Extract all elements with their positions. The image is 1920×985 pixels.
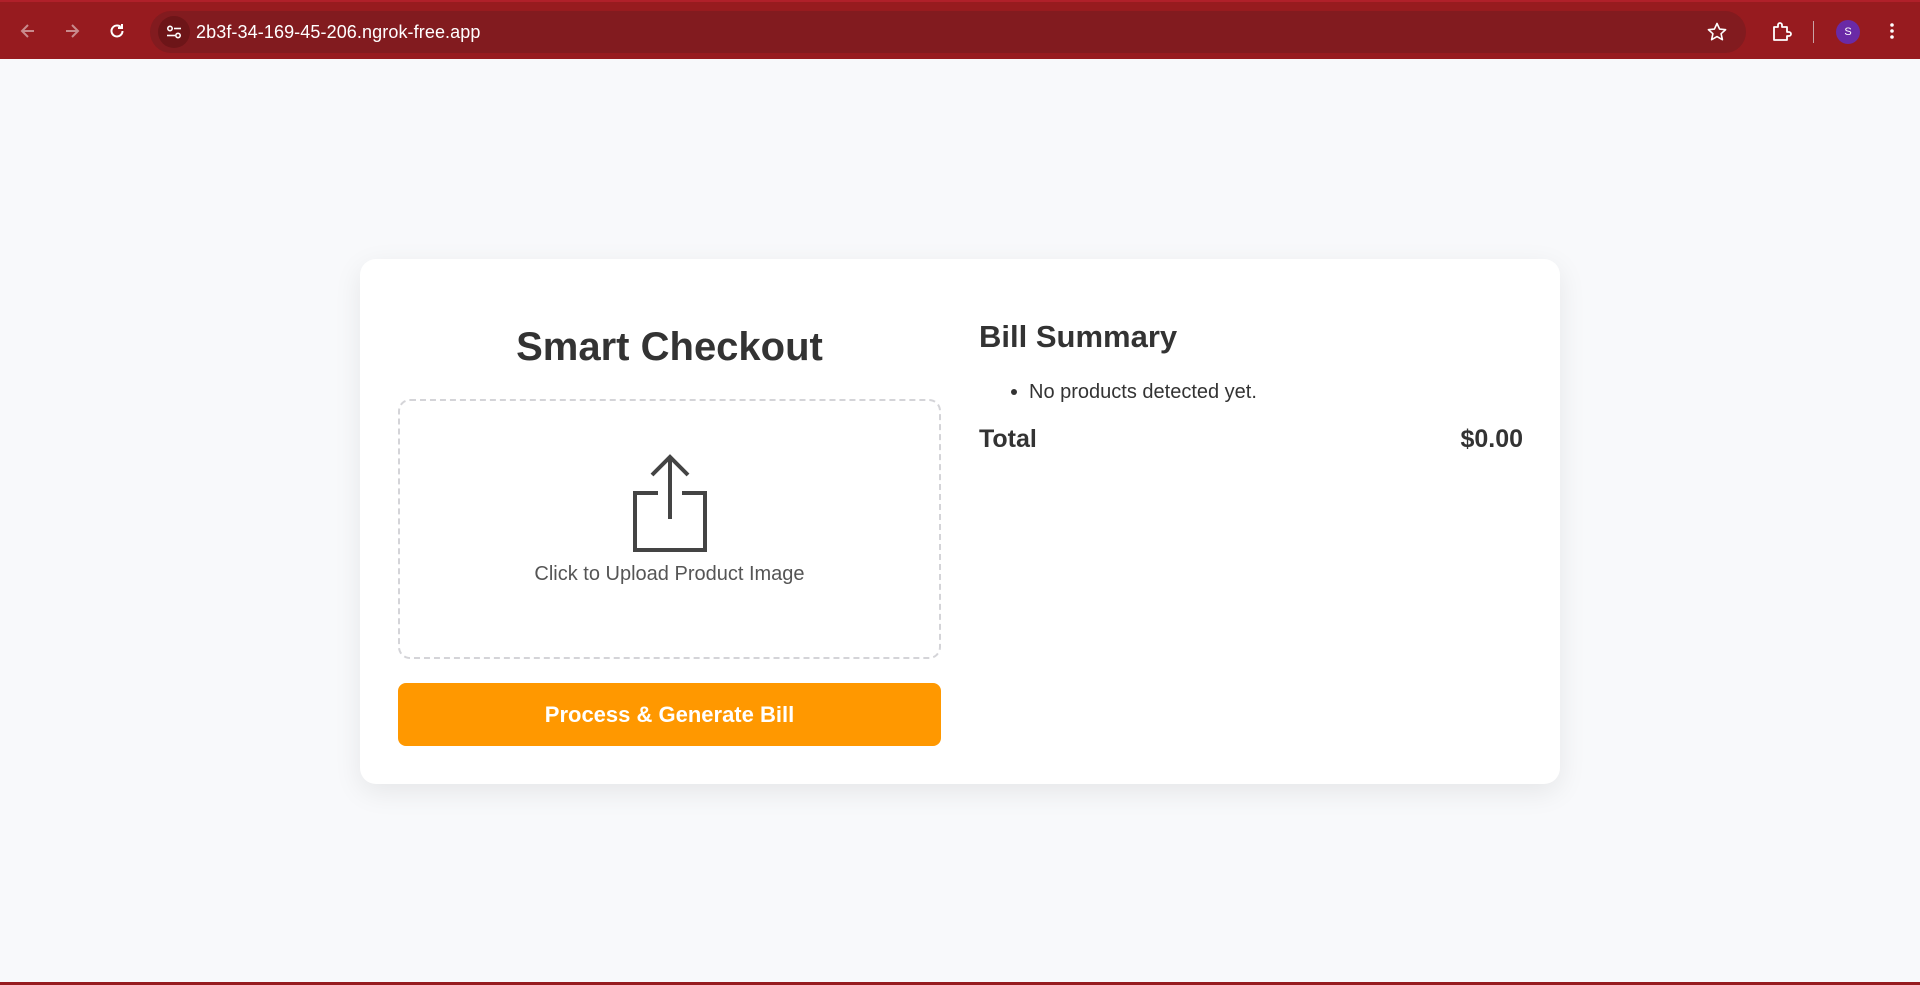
more-menu-icon[interactable] [1876,15,1908,47]
bill-summary-panel: Bill Summary No products detected yet. T… [979,259,1523,784]
reload-icon[interactable] [101,15,133,47]
total-row: Total $0.00 [979,425,1523,454]
bill-summary-title: Bill Summary [979,319,1178,354]
process-generate-bill-button[interactable]: Process & Generate Bill [398,683,941,746]
checkout-card: Smart Checkout Click to Upload Product I… [360,259,1560,784]
site-info-icon[interactable] [158,16,190,48]
bookmark-star-icon[interactable] [1706,21,1728,48]
upload-panel: Smart Checkout Click to Upload Product I… [398,259,941,784]
upload-label: Click to Upload Product Image [534,563,805,585]
toolbar-divider [1813,21,1814,43]
extensions-icon[interactable] [1766,15,1798,47]
url-text[interactable]: 2b3f-34-169-45-206.ngrok-free.app [196,22,481,43]
address-bar[interactable]: 2b3f-34-169-45-206.ngrok-free.app [150,11,1746,53]
profile-avatar[interactable]: S [1836,20,1860,44]
upload-dropzone[interactable]: Click to Upload Product Image [398,399,941,659]
bill-items-list: No products detected yet. [979,379,1523,405]
total-value: $0.00 [1460,425,1523,453]
back-arrow-icon[interactable] [12,15,44,47]
upload-icon [632,453,708,558]
total-label: Total [979,425,1037,453]
list-item: No products detected yet. [979,379,1523,405]
browser-toolbar: 2b3f-34-169-45-206.ngrok-free.app S [0,0,1920,59]
forward-arrow-icon[interactable] [56,15,88,47]
page-body: Smart Checkout Click to Upload Product I… [0,59,1920,982]
page-title: Smart Checkout [516,325,823,369]
